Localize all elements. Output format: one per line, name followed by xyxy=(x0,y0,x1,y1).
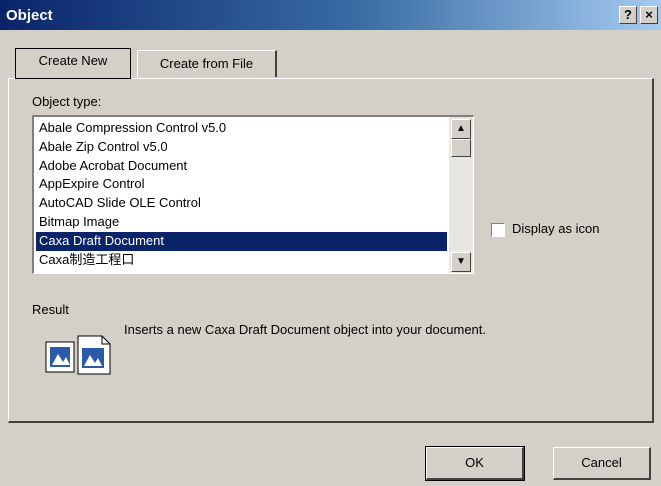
cancel-button-label: Cancel xyxy=(581,455,622,470)
display-as-icon-label[interactable]: Display as icon xyxy=(512,221,599,236)
title-bar: Object ? × xyxy=(0,0,661,30)
list-item[interactable]: Abale Zip Control v5.0 xyxy=(36,138,447,157)
scroll-up-button[interactable]: ▲ xyxy=(451,119,471,139)
result-description: Inserts a new Caxa Draft Document object… xyxy=(124,322,487,337)
list-item[interactable]: Bitmap Image xyxy=(36,213,447,232)
list-item[interactable]: Adobe Acrobat Document xyxy=(36,157,447,176)
vertical-scrollbar[interactable]: ▲ ▼ xyxy=(449,117,473,273)
document-pair-icon xyxy=(44,332,114,376)
list-item[interactable]: Caxa制造工程口 xyxy=(36,251,447,270)
object-type-label: Object type: xyxy=(32,94,102,109)
object-type-list[interactable]: Abale Compression Control v5.0 Abale Zip … xyxy=(32,115,474,274)
display-as-icon-checkbox[interactable] xyxy=(491,223,505,237)
tab-create-new[interactable]: Create New xyxy=(15,48,131,79)
list-item[interactable]: AutoCAD Slide OLE Control xyxy=(36,194,447,213)
scroll-thumb[interactable] xyxy=(451,139,471,157)
ok-button[interactable]: OK xyxy=(426,447,524,480)
scroll-down-button[interactable]: ▼ xyxy=(451,252,471,272)
tab-create-new-label: Create New xyxy=(38,53,108,68)
tab-create-from-file[interactable]: Create from File xyxy=(137,50,277,77)
cancel-button[interactable]: Cancel xyxy=(553,447,651,480)
list-items: Abale Compression Control v5.0 Abale Zip … xyxy=(36,119,447,269)
close-icon: × xyxy=(645,7,653,22)
list-item[interactable]: Caxa Draft Document xyxy=(36,231,447,251)
list-item[interactable]: Abale Compression Control v5.0 xyxy=(36,119,447,138)
ok-button-label: OK xyxy=(465,455,484,470)
close-button[interactable]: × xyxy=(640,6,658,24)
tab-create-from-file-label: Create from File xyxy=(159,56,254,71)
list-item[interactable]: AppExpire Control xyxy=(36,175,447,194)
triangle-up-icon: ▲ xyxy=(456,123,466,134)
help-icon: ? xyxy=(624,7,632,22)
help-button[interactable]: ? xyxy=(619,6,637,24)
result-label: Result xyxy=(32,302,69,317)
triangle-down-icon: ▼ xyxy=(456,256,466,267)
window-title: Object xyxy=(6,7,53,24)
